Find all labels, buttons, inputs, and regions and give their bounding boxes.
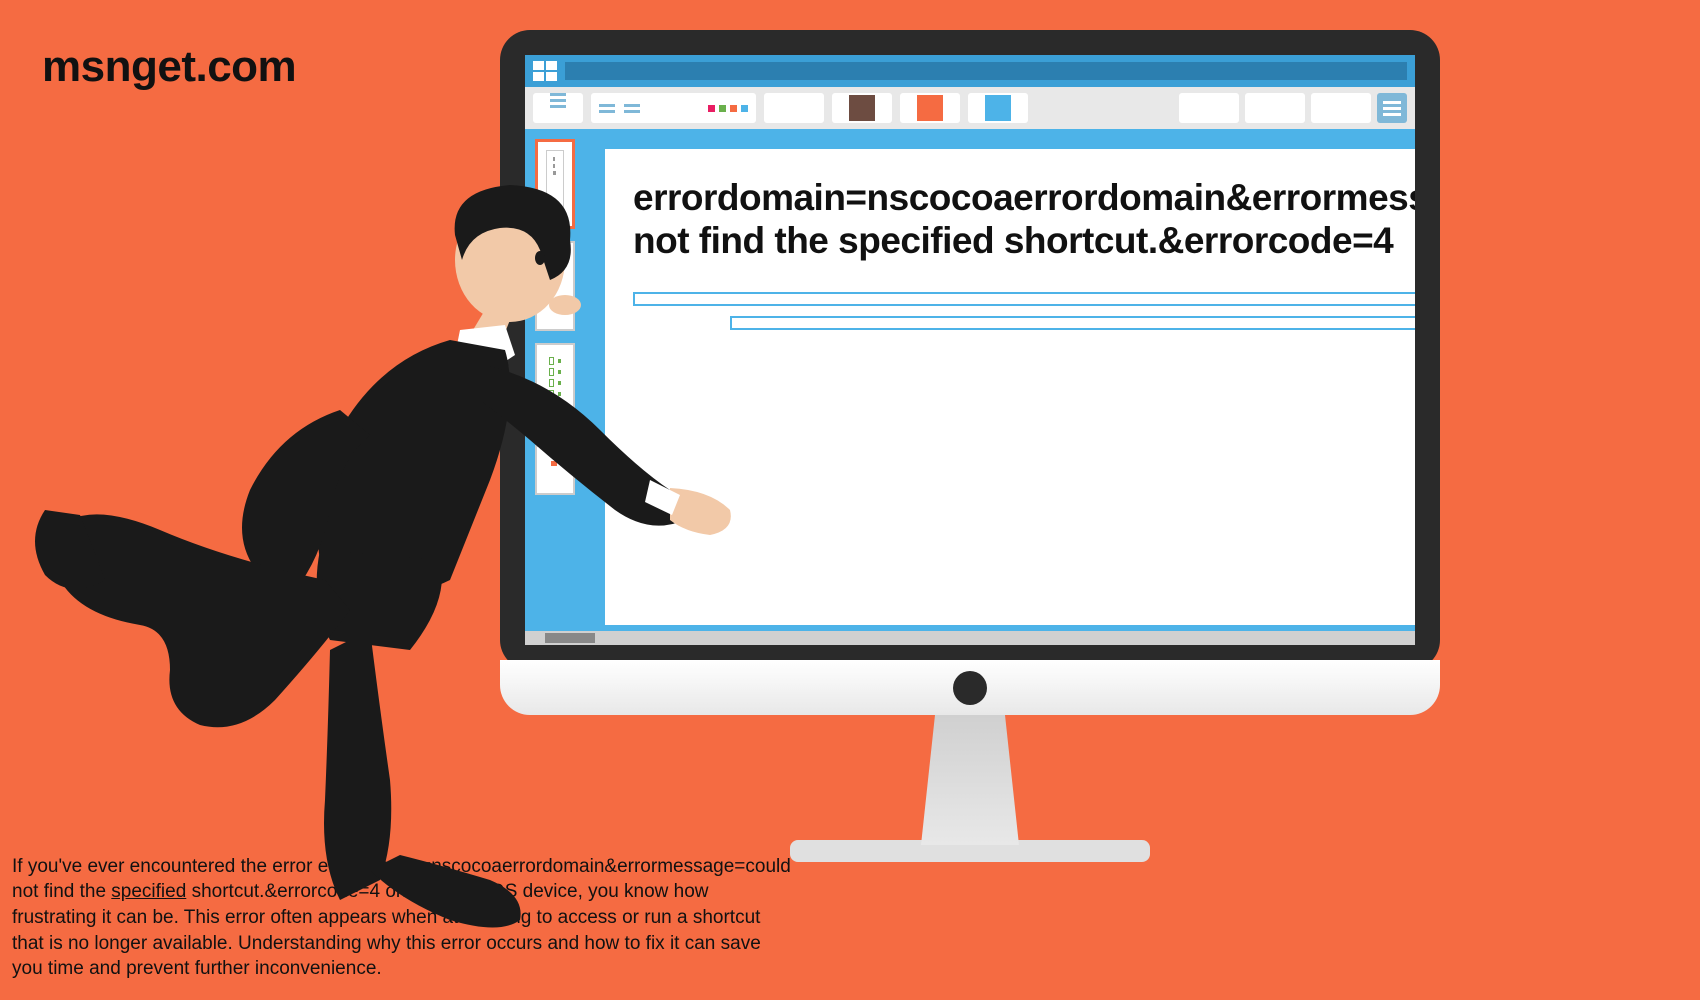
toolbar-right (1179, 93, 1407, 123)
color-dots (708, 105, 748, 112)
menu-icon (533, 93, 583, 123)
app-toolbar (525, 87, 1415, 129)
hamburger-icon (1377, 93, 1407, 123)
toolbar-swatch-4 (968, 93, 1028, 123)
site-logo: msnget.com (42, 42, 296, 92)
toolbar-blank (1245, 93, 1305, 123)
toolbar-blank (1311, 93, 1371, 123)
placeholder-bar (633, 292, 1415, 306)
monitor-power-button (953, 671, 987, 705)
toolbar-swatch-3 (900, 93, 960, 123)
app-titlebar (525, 55, 1415, 87)
titlebar-field (565, 62, 1407, 80)
error-message-text: errordomain=nscocoaerrordomain&errormess… (633, 177, 1415, 262)
toolbar-field (591, 93, 756, 123)
grid-icon (533, 61, 557, 81)
monitor-stand (900, 715, 1040, 845)
running-man-illustration (30, 180, 750, 940)
toolbar-swatch-1 (764, 93, 824, 123)
placeholder-bars (633, 292, 1415, 330)
placeholder-bar (730, 316, 1415, 330)
toolbar-blank (1179, 93, 1239, 123)
toolbar-swatch-2 (832, 93, 892, 123)
